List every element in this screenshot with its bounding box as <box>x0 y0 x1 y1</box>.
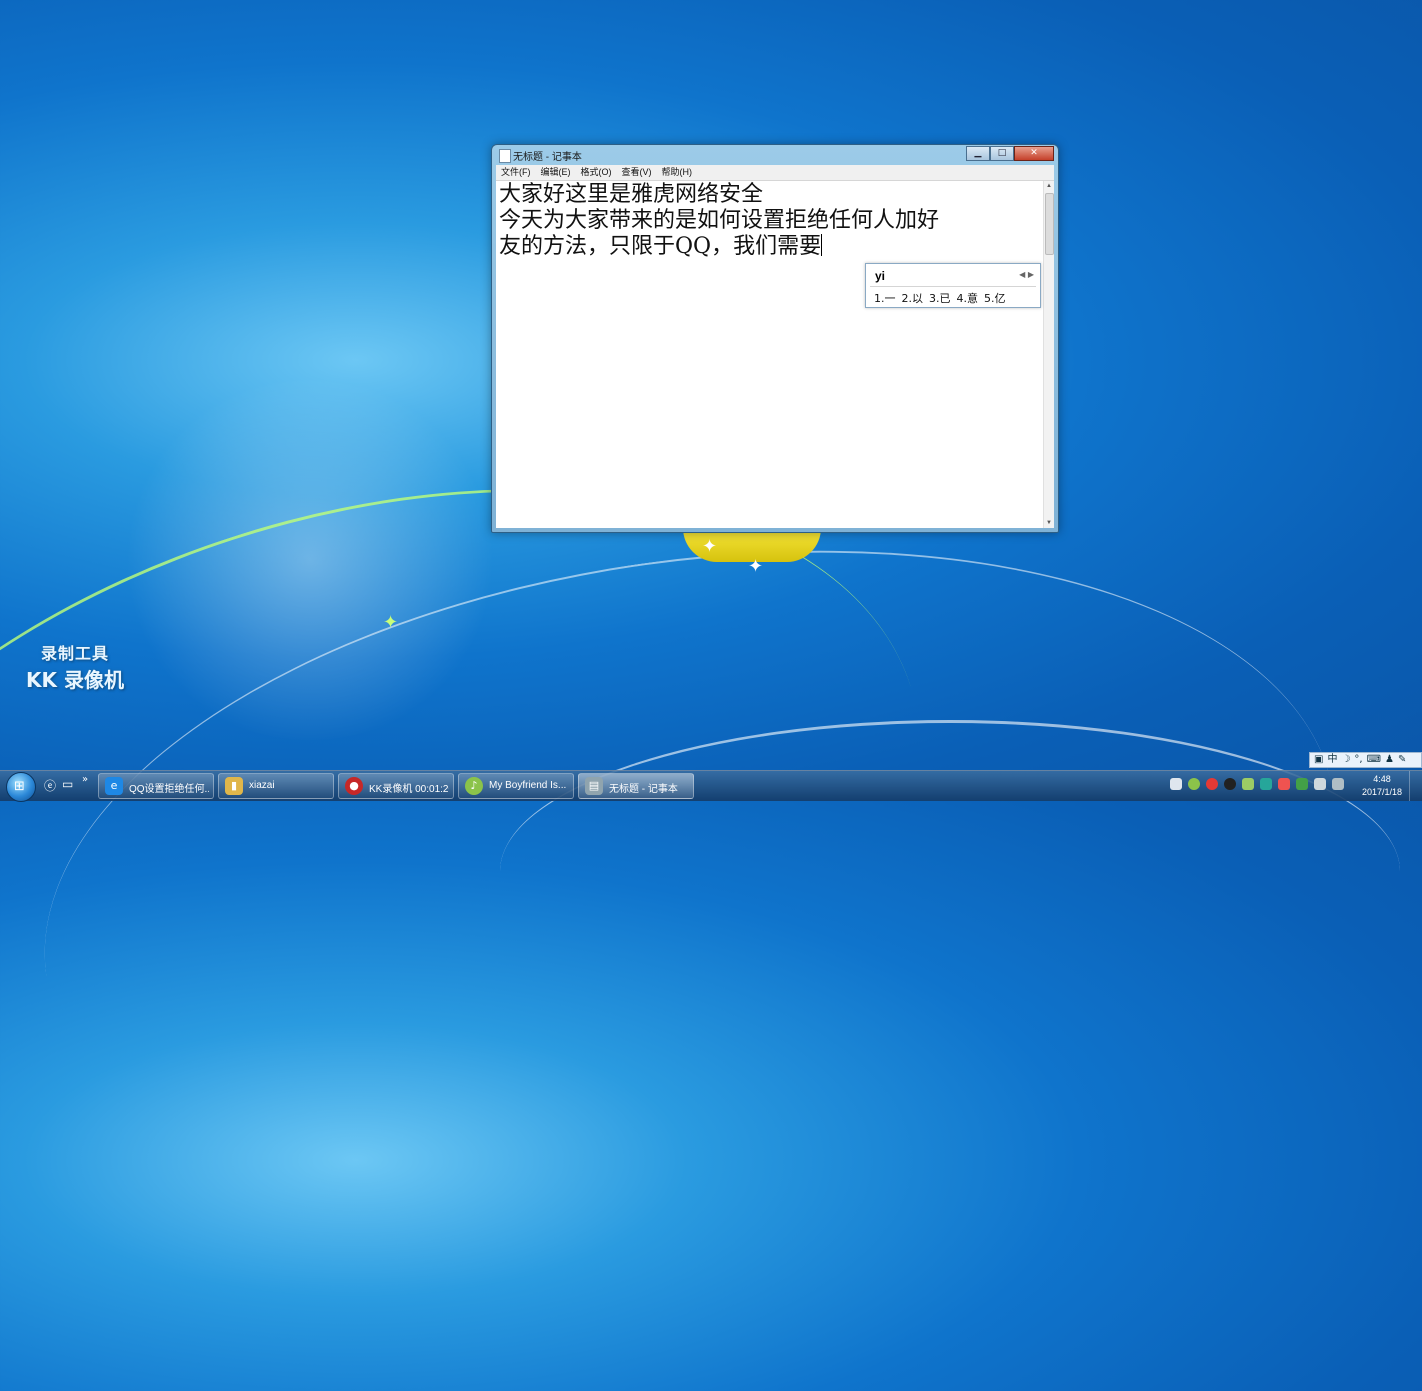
maximize-button[interactable]: □ <box>990 146 1014 161</box>
security-tray-icon[interactable] <box>1206 778 1218 790</box>
taskbar: ⊞ ⓔ ▭ » e QQ设置拒绝任何... ▮ xiazai ● KK录像机 0… <box>0 770 1422 802</box>
app-tray-icon[interactable] <box>1260 778 1272 790</box>
display-icon[interactable] <box>1332 778 1344 790</box>
taskbar-item[interactable]: ● KK录像机 00:01:20 <box>338 773 454 799</box>
explorer-quicklaunch-icon[interactable]: ▭ <box>62 777 73 791</box>
minimize-button[interactable]: ▁ <box>966 146 990 161</box>
title-bar[interactable]: 无标题 - 记事本 ▁ □ ✕ <box>492 145 1058 165</box>
wallpaper-swoosh <box>500 720 1400 1023</box>
notepad-icon: ▤ <box>585 777 603 795</box>
ime-tray-icon[interactable] <box>1170 778 1182 790</box>
sparkle-icon: ✦ <box>383 612 399 633</box>
watermark-line1: 录制工具 <box>40 644 109 663</box>
menu-bar: 文件(F) 编辑(E) 格式(O) 查看(V) 帮助(H) <box>496 165 1054 181</box>
taskbar-item-label: xiazai <box>249 780 275 791</box>
user-icon[interactable]: ♟ <box>1385 753 1394 767</box>
ime-page-arrows[interactable]: ◀ ▶ <box>1019 270 1034 279</box>
text-line-current: 友的方法，只限于QQ，我们需要 <box>499 234 1041 260</box>
clock-time: 4:48 <box>1373 774 1391 784</box>
taskbar-item-active[interactable]: ▤ 无标题 - 记事本 <box>578 773 694 799</box>
taskbar-item-label: KK录像机 00:01:20 <box>369 784 449 795</box>
ime-mode-toggle[interactable]: 中 <box>1327 753 1337 767</box>
notepad-window: 无标题 - 记事本 ▁ □ ✕ 文件(F) 编辑(E) 格式(O) 查看(V) … <box>491 144 1059 533</box>
system-tray <box>1170 778 1344 790</box>
ie-icon: e <box>105 777 123 795</box>
clock-date: 2017/1/18 <box>1361 787 1403 797</box>
text-editor[interactable]: 大家好这里是雅虎网络安全 今天为大家带来的是如何设置拒绝任何人加好 友的方法，只… <box>496 181 1044 528</box>
menu-file[interactable]: 文件(F) <box>496 165 536 180</box>
ime-composition: yi <box>875 269 886 283</box>
ime-candidate[interactable]: 4.意 <box>957 290 979 306</box>
ime-candidate[interactable]: 3.已 <box>929 290 951 306</box>
ie-quicklaunch-icon[interactable]: ⓔ <box>44 777 56 794</box>
recorder-watermark: 录制工具 KK 录像机 <box>20 640 130 693</box>
text-caret <box>821 234 823 256</box>
app-tray-icon[interactable] <box>1278 778 1290 790</box>
volume-icon[interactable] <box>1314 778 1326 790</box>
taskbar-item[interactable]: ♪ My Boyfriend Is... <box>458 773 574 799</box>
menu-edit[interactable]: 编辑(E) <box>536 165 576 180</box>
ime-candidate[interactable]: 2.以 <box>902 290 924 306</box>
taskbar-item[interactable]: e QQ设置拒绝任何... <box>98 773 214 799</box>
punctuation-icon[interactable]: °, <box>1354 753 1362 767</box>
notepad-icon[interactable] <box>499 149 511 163</box>
taskbar-item-label: QQ设置拒绝任何... <box>129 784 209 795</box>
close-button[interactable]: ✕ <box>1014 146 1054 161</box>
scroll-up-icon[interactable]: ▲ <box>1044 181 1054 191</box>
menu-view[interactable]: 查看(V) <box>617 165 657 180</box>
taskbar-item-label: 无标题 - 记事本 <box>609 784 678 795</box>
ime-menu-icon[interactable]: ▣ <box>1314 753 1323 767</box>
ime-candidate-window: yi ◀ ▶ 1.一 2.以 3.已 4.意 5.亿 <box>865 263 1041 308</box>
half-width-icon[interactable]: ☽ <box>1341 753 1350 767</box>
qq-tray-icon[interactable] <box>1224 778 1236 790</box>
sparkle-icon: ✦ <box>748 556 764 577</box>
vertical-scrollbar[interactable]: ▲ ▼ <box>1043 181 1054 528</box>
more-icon[interactable]: » <box>82 774 88 785</box>
windows-logo-icon: ⊞ <box>14 779 25 794</box>
taskbar-item[interactable]: ▮ xiazai <box>218 773 334 799</box>
ime-language-bar: ▣ 中 ☽ °, ⌨ ♟ ✎ <box>1309 752 1422 768</box>
ime-candidate[interactable]: 1.一 <box>874 290 896 306</box>
window-controls: ▁ □ ✕ <box>966 146 1054 161</box>
music-player-icon: ♪ <box>465 777 483 795</box>
ime-candidate[interactable]: 5.亿 <box>984 290 1006 306</box>
menu-help[interactable]: 帮助(H) <box>657 165 698 180</box>
network-tray-icon[interactable] <box>1296 778 1308 790</box>
menu-format[interactable]: 格式(O) <box>576 165 617 180</box>
text-line: 大家好这里是雅虎网络安全 <box>499 182 764 207</box>
soft-keyboard-icon[interactable]: ⌨ <box>1367 753 1381 767</box>
sparkle-icon: ✦ <box>702 536 718 557</box>
kk-recorder-icon: ● <box>345 777 363 795</box>
window-title: 无标题 - 记事本 <box>513 152 582 163</box>
folder-icon: ▮ <box>225 777 243 795</box>
taskbar-clock[interactable]: 4:48 2017/1/18 <box>1358 773 1406 799</box>
text-line: 今天为大家带来的是如何设置拒绝任何人加好 <box>499 208 940 233</box>
ime-divider <box>870 286 1036 287</box>
watermark-line2: KK 录像机 <box>26 668 124 692</box>
music-tray-icon[interactable] <box>1188 778 1200 790</box>
text-line: 友的方法，只限于QQ，我们需要 <box>499 234 822 259</box>
scroll-down-icon[interactable]: ▼ <box>1044 518 1054 528</box>
scroll-thumb[interactable] <box>1045 193 1054 255</box>
start-button[interactable]: ⊞ <box>6 772 36 802</box>
taskbar-item-label: My Boyfriend Is... <box>489 780 567 791</box>
show-desktop-button[interactable] <box>1409 771 1422 801</box>
settings-icon[interactable]: ✎ <box>1398 753 1406 767</box>
app-tray-icon[interactable] <box>1242 778 1254 790</box>
ime-candidates: 1.一 2.以 3.已 4.意 5.亿 <box>874 290 1006 306</box>
